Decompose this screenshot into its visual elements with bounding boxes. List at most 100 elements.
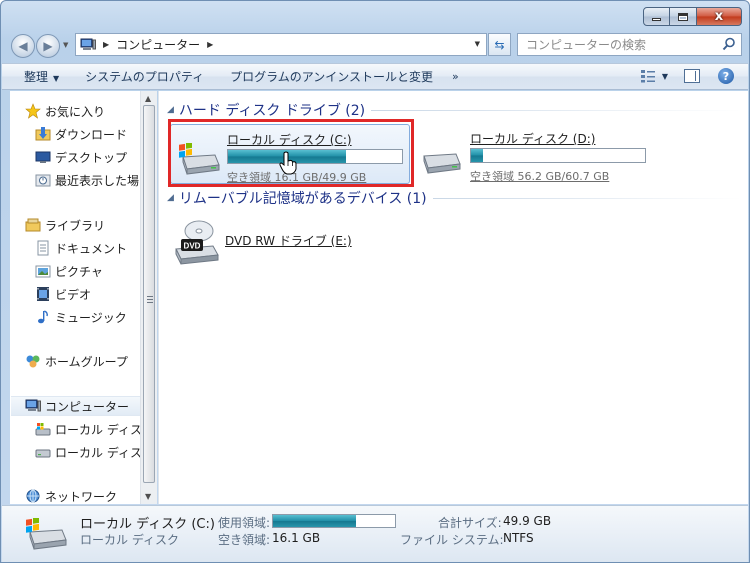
group-divider [432,197,742,199]
nav-label: ホームグループ [45,354,128,369]
nav-label: ライブラリ [45,218,106,233]
dvd-logo-text: DVD [184,242,201,251]
drive-free-space: 空き領域 56.2 GB/60.7 GB [470,170,610,183]
search-placeholder: コンピューターの検索 [526,38,647,52]
close-icon: x [714,9,724,24]
nav-label: ピクチャ [55,264,103,279]
nav-label: お気に入り [45,104,106,119]
scroll-thumb[interactable] [143,105,155,483]
details-drive-type: ローカル ディスク [80,533,179,547]
chevron-down-icon: ▼ [53,74,60,83]
collapse-icon[interactable]: ◢ [167,193,174,203]
computer-icon [25,399,41,412]
details-total-value: 49.9 GB [503,514,552,528]
minimize-button[interactable] [643,7,670,26]
details-drive-name: ローカル ディスク (C:) [80,517,215,532]
nav-item-desktop[interactable]: デスクトップ [35,147,127,167]
nav-item-libraries[interactable]: ライブラリ [25,215,105,235]
nav-item-recent-places[interactable]: 最近表示した場 [35,170,139,190]
organize-button[interactable]: 整理 ▼ [2,68,72,85]
explorer-window: x ◀ ▶ ▼ ▶ コンピューター ▶ ▼ ⇆ コンピューターの検索 整理 ▼ シ… [0,0,750,563]
hard-drive-icon [423,153,461,174]
more-commands-button[interactable]: » [452,70,459,83]
preview-pane-icon[interactable] [684,69,700,83]
system-drive-icon [26,518,67,550]
command-bar: 整理 ▼ システムのプロパティ プログラムのアンインストールと変更 » ▼ ? [2,63,748,90]
homegroup-icon [26,355,40,368]
group-header-removable[interactable]: ◢ リムーバブル記憶域があるデバイス (1) [167,188,742,208]
documents-icon [37,240,49,256]
nav-item-music[interactable]: ミュージック [35,307,127,327]
nav-label: ダウンロード [55,127,128,142]
recent-pages-dropdown-icon[interactable]: ▼ [63,41,68,49]
maximize-icon [678,12,688,21]
nav-label: デスクトップ [55,150,128,165]
scroll-up-icon[interactable]: ▲ [145,94,151,103]
nav-item-documents[interactable]: ドキュメント [35,238,127,258]
help-icon[interactable]: ? [718,68,734,84]
group-header-hard-disks[interactable]: ◢ ハード ディスク ドライブ (2) [167,100,742,120]
refresh-button[interactable]: ⇆ [488,33,511,56]
group-divider [371,109,742,111]
back-arrow-icon: ◀ [18,39,28,53]
details-pane: ローカル ディスク (C:) ローカル ディスク 使用領域: 空き領域: 16.… [2,505,748,562]
nav-item-local-disk-c[interactable]: ローカル ディス [35,419,140,439]
system-properties-button[interactable]: システムのプロパティ [72,68,217,85]
nav-item-pictures[interactable]: ピクチャ [35,261,103,281]
group-title: ハード ディスク ドライブ (2) [178,103,366,119]
uninstall-program-button[interactable]: プログラムのアンインストールと変更 [217,68,446,85]
refresh-icon: ⇆ [494,37,505,52]
scroll-down-icon[interactable]: ▼ [145,492,151,501]
search-input[interactable]: コンピューターの検索 [517,33,742,56]
drive-item-d[interactable]: ローカル ディスク (D:) 空き領域 56.2 GB/60.7 GB [414,124,654,184]
music-icon [38,310,48,324]
address-bar[interactable]: ▶ コンピューター ▶ ▼ [75,33,487,56]
drive-usage-bar [470,148,646,163]
nav-item-local-disk-d[interactable]: ローカル ディス [35,442,140,462]
uninstall-program-label: プログラムのアンインストールと変更 [230,70,434,84]
nav-item-homegroup[interactable]: ホームグループ [25,351,128,371]
caption-buttons: x [643,7,742,26]
nav-label: ドキュメント [55,241,128,256]
group-title: リムーバブル記憶域があるデバイス (1) [178,191,427,207]
recent-places-icon [35,174,51,187]
nav-item-videos[interactable]: ビデオ [35,284,91,304]
system-properties-label: システムのプロパティ [85,70,205,84]
breadcrumb-computer[interactable]: コンピューター [116,36,200,53]
system-drive-icon [35,423,51,436]
view-options-dropdown-icon[interactable]: ▼ [662,72,668,81]
details-fs-value: NTFS [503,531,534,545]
library-icon [25,218,41,232]
star-icon [25,103,41,119]
address-dropdown-icon[interactable]: ▼ [475,40,480,48]
forward-button[interactable]: ▶ [36,34,60,58]
nav-item-favorites[interactable]: お気に入り [25,101,105,121]
details-usage-bar [272,514,396,528]
close-button[interactable]: x [697,7,742,26]
content-pane: ◢ ハード ディスク ドライブ (2) ローカル ディスク (C:) 空き領域 … [158,91,748,504]
drive-usage-fill [471,149,484,162]
downloads-folder-icon [35,127,51,141]
nav-label: 最近表示した場 [55,173,140,188]
nav-label: ビデオ [55,287,92,302]
grip-icon [147,296,153,303]
search-icon[interactable] [722,37,736,51]
nav-scrollbar[interactable]: ▲ ▼ [140,91,157,504]
nav-item-network[interactable]: ネットワーク [25,486,117,504]
videos-icon [37,287,49,301]
drive-name: ローカル ディスク (D:) [470,132,596,146]
nav-item-downloads[interactable]: ダウンロード [35,124,127,144]
nav-label: ローカル ディス [55,445,140,460]
details-fs-label: ファイル システム: [400,533,504,547]
nav-item-computer[interactable]: コンピューター [25,396,129,416]
collapse-icon[interactable]: ◢ [167,105,174,115]
nav-label: ローカル ディス [55,422,140,437]
pictures-icon [35,265,51,278]
breadcrumb-separator-icon[interactable]: ▶ [207,40,213,49]
dvd-drive-icon: DVD [175,220,219,265]
breadcrumb-separator-icon[interactable]: ▶ [103,40,109,49]
organize-label: 整理 [24,70,49,84]
back-button[interactable]: ◀ [11,34,35,58]
maximize-button[interactable] [670,7,697,26]
change-view-icon[interactable] [640,69,656,83]
